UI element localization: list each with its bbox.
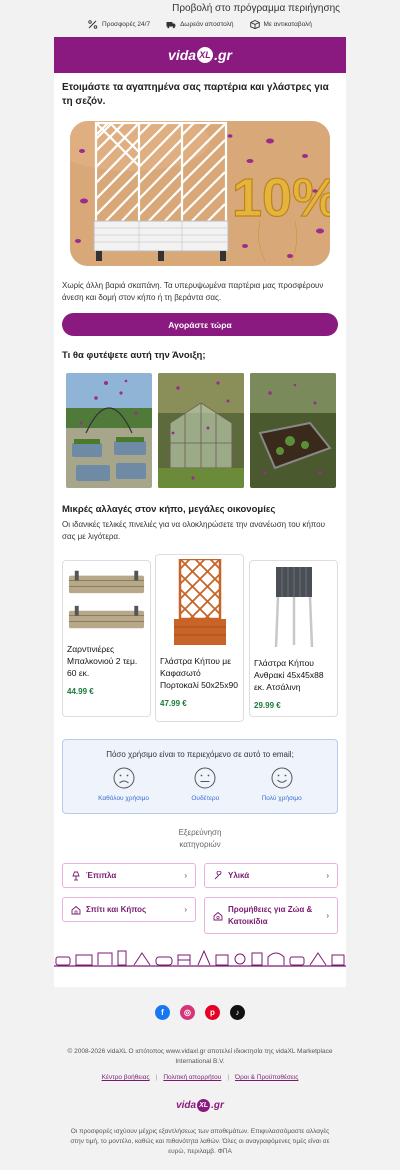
survey-option-neutral[interactable]: Ουδέτερο	[191, 767, 219, 802]
footer-logo[interactable]: vida XL .gr	[54, 1099, 346, 1112]
product-card[interactable]: Γλάστρα Κήπου Ανθρακί 45x45x88 εκ. Ατσάλ…	[249, 560, 338, 717]
chevron-right-icon: ›	[184, 871, 187, 880]
footer: f ◎ p ♪ © 2008-2026 vidaXL Ο ιστότοπος w…	[54, 987, 346, 1170]
furniture-icons-illustration	[54, 949, 346, 967]
vidaxl-logo[interactable]: vida XL .gr	[168, 47, 232, 63]
logo-suffix: .gr	[211, 1100, 224, 1111]
survey-option-not-useful[interactable]: Καθόλου χρήσιμο	[98, 767, 149, 802]
hero-description: Χωρίς άλλη βαριά σκαπάνη. Τα υπερυψωμένα…	[62, 281, 324, 302]
privacy-policy-link[interactable]: Πολιτική απορρήτου	[163, 1074, 221, 1081]
chevron-right-icon: ›	[326, 911, 329, 920]
survey-options: Καθόλου χρήσιμο Ουδέτερο Πολύ χρήσιμο	[63, 767, 337, 802]
pet-house-icon	[213, 911, 223, 920]
delivery-truck-icon	[166, 22, 176, 29]
logo-text: vida	[176, 1100, 197, 1111]
chevron-right-icon: ›	[326, 871, 329, 880]
discount-badge: 10%	[232, 168, 330, 228]
category-label: Υλικά	[228, 871, 250, 880]
email-card: vida XL .gr Ετοιμάστε τα αγαπημένα σας παρ…	[54, 37, 346, 987]
category-supplies-button[interactable]: Υλικά ›	[204, 863, 338, 888]
survey-option-very-useful[interactable]: Πολύ χρήσιμο	[262, 767, 302, 802]
usp-label: Με αντικαταβολή	[263, 21, 312, 28]
explore-categories-title: Εξερεύνηση κατηγοριών	[54, 827, 346, 851]
copyright-text: © 2008-2026 vidaXL Ο ιστότοπος www.vidax…	[67, 1048, 333, 1065]
footer-links: Κέντρο βοήθειας | Πολιτική απορρήτου | Ό…	[54, 1074, 346, 1081]
lamp-icon	[72, 871, 80, 880]
view-in-browser-link[interactable]: Προβολή στο πρόγραμμα περιήγησης	[172, 3, 340, 14]
social-links: f ◎ p ♪	[54, 1005, 346, 1020]
category-label: Προμήθειες για Ζώα & Κατοικίδια	[228, 904, 313, 926]
product-image	[254, 565, 333, 649]
happy-face-icon	[271, 767, 293, 789]
logo-text: vida	[168, 47, 197, 63]
product-image	[67, 565, 146, 635]
product-price: 44.99 €	[67, 687, 94, 696]
logo-mark: XL	[197, 1099, 211, 1112]
usp-bar: Προσφορές 24/7 Δωρεάν αποστολή Με αντικα…	[0, 20, 400, 29]
explore-title-line1: Εξερεύνηση	[178, 828, 222, 837]
raised-planter-illustration: 10%	[70, 121, 330, 266]
logo-suffix: .gr	[214, 47, 232, 63]
planter-image	[250, 373, 336, 488]
category-label: Έπιπλα	[86, 871, 117, 880]
trellis-planter-image	[173, 559, 226, 645]
category-label: Σπίτι και Κήπος	[86, 905, 147, 914]
usp-cod: Με αντικαταβολή	[249, 20, 312, 29]
product-image	[160, 559, 239, 647]
package-icon	[249, 20, 260, 29]
product-name[interactable]: Ζαρντινιέρες Μπαλκονιού 2 τεμ. 60 εκ.	[67, 643, 146, 679]
instagram-icon[interactable]: ◎	[180, 1005, 195, 1020]
usp-label: Προσφορές 24/7	[102, 21, 151, 28]
home-icon	[71, 905, 81, 914]
product-name[interactable]: Γλάστρα Κήπου Ανθρακί 45x45x88 εκ. Ατσάλ…	[254, 657, 333, 693]
product-icons-strip	[54, 945, 346, 971]
hero-image[interactable]: 10%	[70, 121, 330, 266]
usp-deals: Προσφορές 24/7	[88, 20, 150, 29]
products-section-title: Μικρές αλλαγές στον κήπο, μεγάλες οικονο…	[62, 504, 276, 515]
product-card[interactable]: Ζαρντινιέρες Μπαλκονιού 2 τεμ. 60 εκ. 44…	[62, 560, 151, 717]
terms-link[interactable]: Όροι & Προϋποθέσεις	[235, 1074, 298, 1081]
garden-photo-planter[interactable]	[250, 373, 336, 488]
hero-title: Ετοιμάστε τα αγαπημένα σας παρτέρια και …	[62, 82, 329, 107]
category-pet-supplies-button[interactable]: Προμήθειες για Ζώα & Κατοικίδια ›	[204, 897, 338, 934]
product-name[interactable]: Γλάστρα Κήπου με Καφασωτό Πορτοκαλί 50x2…	[160, 655, 239, 691]
garden-photo-raised-beds[interactable]	[66, 373, 152, 488]
product-price: 29.99 €	[254, 701, 281, 710]
vidaxl-footer-logo: vida XL .gr	[176, 1099, 224, 1112]
survey-option-label[interactable]: Καθόλου χρήσιμο	[98, 795, 149, 802]
percent-tag-icon	[88, 20, 98, 29]
link-separator: |	[155, 1074, 158, 1081]
steel-planter-image	[274, 567, 313, 648]
disclaimer-text: Οι προσφορές ισχύουν μέχρις εξαντλήσεως …	[70, 1128, 330, 1155]
chevron-right-icon: ›	[184, 905, 187, 914]
shop-now-button[interactable]: Αγοράστε τώρα	[62, 313, 338, 336]
link-separator: |	[227, 1074, 230, 1081]
sad-face-icon	[113, 767, 135, 789]
facebook-icon[interactable]: f	[155, 1005, 170, 1020]
feedback-survey: Πόσο χρήσιμο είναι το περιεχόμενο σε αυτ…	[62, 739, 338, 814]
explore-title-line2: κατηγοριών	[179, 840, 221, 849]
logo-mark: XL	[197, 47, 214, 63]
raised-beds-image	[66, 373, 152, 488]
product-card[interactable]: Γλάστρα Κήπου με Καφασωτό Πορτοκαλί 50x2…	[155, 554, 244, 722]
survey-option-label[interactable]: Πολύ χρήσιμο	[262, 795, 302, 802]
survey-question: Πόσο χρήσιμο είναι το περιεχόμενο σε αυτ…	[106, 750, 294, 759]
help-center-link[interactable]: Κέντρο βοήθειας	[102, 1074, 150, 1081]
garden-photo-greenhouse[interactable]	[158, 373, 244, 488]
wrench-icon	[214, 870, 222, 879]
balcony-planters-image	[68, 570, 145, 629]
category-furniture-button[interactable]: Έπιπλα ›	[62, 863, 196, 888]
pinterest-icon[interactable]: p	[205, 1005, 220, 1020]
products-section-text: Οι ιδανικές τελικές πινελιές για να ολοκ…	[62, 520, 326, 541]
category-home-garden-button[interactable]: Σπίτι και Κήπος ›	[62, 897, 196, 922]
neutral-face-icon	[194, 767, 216, 789]
usp-label: Δωρεάν αποστολή	[180, 21, 234, 28]
product-price: 47.99 €	[160, 699, 187, 708]
brand-header: vida XL .gr	[54, 37, 346, 73]
tiktok-icon[interactable]: ♪	[230, 1005, 245, 1020]
plant-section-title: Τι θα φυτέψετε αυτή την Άνοιξη;	[62, 350, 206, 361]
greenhouse-image	[158, 373, 244, 488]
survey-option-label[interactable]: Ουδέτερο	[191, 795, 219, 802]
usp-shipping: Δωρεάν αποστολή	[166, 20, 234, 29]
